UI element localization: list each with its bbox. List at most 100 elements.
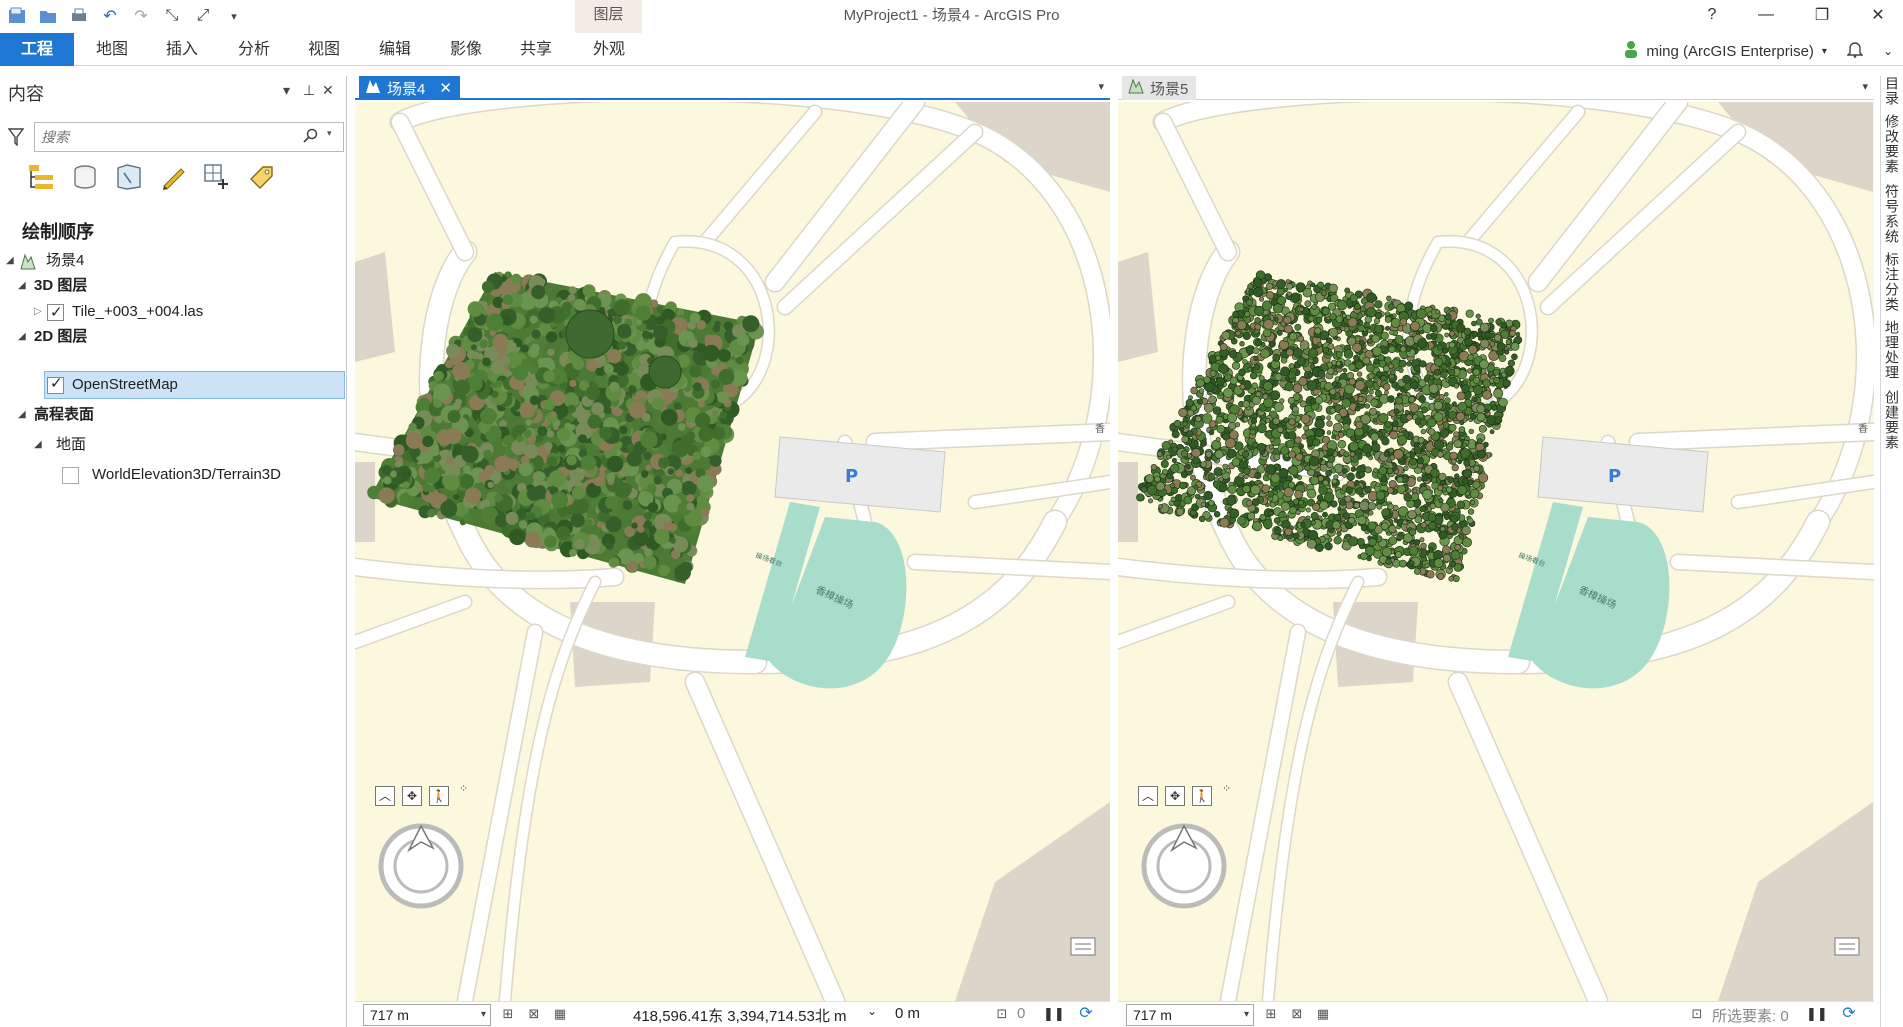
grid-icon[interactable]: ⊠: [525, 1006, 543, 1022]
table-icon[interactable]: ▦: [551, 1006, 569, 1022]
road: [908, 555, 1110, 579]
scale-selector[interactable]: 717 m ▾: [363, 1004, 491, 1026]
arcgis-pro-window: ↶ ↷ ⤡ ⤢ ▾ MyProject1 - 场景4 - ArcGIS Pro …: [0, 0, 1903, 1027]
pin-icon[interactable]: ⊥: [303, 82, 315, 99]
grid-icon[interactable]: ⊠: [1288, 1006, 1306, 1022]
group-2d-label: 2D 图层: [34, 328, 88, 345]
search-box[interactable]: ▾: [34, 122, 344, 152]
coordinate-units-dropdown[interactable]: ⌄: [867, 1004, 877, 1018]
dock-tab-catalog[interactable]: 目录: [1883, 76, 1902, 106]
dock-tab-create-features[interactable]: 创建要素: [1883, 390, 1902, 450]
dock-tab-geoprocessing[interactable]: 地理处理: [1883, 320, 1902, 380]
user-area[interactable]: ming (ArcGIS Enterprise) ▾ ⌄: [1624, 40, 1893, 62]
tilt-up-icon[interactable]: ︿: [375, 786, 395, 806]
search-icon[interactable]: [303, 128, 319, 148]
terrain-checkbox[interactable]: [62, 467, 79, 484]
terrain-name: WorldElevation3D/Terrain3D: [92, 466, 281, 483]
ribbon-collapse-icon[interactable]: ⌄: [1883, 44, 1893, 58]
scale-selector[interactable]: 717 m ▾: [1126, 1004, 1254, 1026]
list-by-drawing-order-icon[interactable]: [26, 162, 56, 192]
navigator-control[interactable]: ︿ ✥ 🚶 ⁘: [375, 783, 485, 909]
tab-edit[interactable]: 编辑: [367, 33, 423, 66]
filter-icon[interactable]: [7, 128, 25, 147]
dock-tab-modify-features[interactable]: 修改要素: [1883, 114, 1902, 174]
minimize-button[interactable]: —: [1744, 0, 1788, 30]
list-by-snapping-icon[interactable]: [202, 162, 232, 192]
basemap-layer-name: OpenStreetMap: [72, 376, 178, 393]
road: [1671, 555, 1874, 579]
road: [1630, 424, 1874, 450]
basemap-layer-checkbox[interactable]: [47, 371, 64, 397]
chevron-down-icon: ▾: [480, 1009, 486, 1020]
tree-group-2d-layers[interactable]: ◢ 2D 图层: [0, 322, 344, 352]
tree-item-terrain[interactable]: WorldElevation3D/Terrain3D: [0, 460, 344, 490]
search-input[interactable]: [41, 127, 291, 147]
collapse-triangle-icon[interactable]: ◢: [18, 322, 26, 352]
tab-insert[interactable]: 插入: [154, 33, 210, 66]
tab-scene-4-label: 场景4: [387, 80, 426, 98]
list-by-visibility-icon[interactable]: [114, 162, 144, 192]
help-button[interactable]: ?: [1690, 0, 1734, 30]
building: [1118, 462, 1138, 542]
walk-mode-icon[interactable]: 🚶: [1192, 786, 1212, 806]
tree-item-basemap-layer[interactable]: OpenStreetMap: [44, 371, 345, 399]
pan-mode-icon[interactable]: ✥: [402, 786, 422, 806]
tab-scene-4[interactable]: 场景4 ✕: [359, 76, 460, 100]
table-icon[interactable]: ▦: [1314, 1006, 1332, 1022]
elevation-label: 高程表面: [34, 406, 95, 423]
tab-share[interactable]: 共享: [508, 33, 564, 66]
tilt-up-icon[interactable]: ︿: [1138, 786, 1158, 806]
snapping-icon[interactable]: ⊞: [1262, 1006, 1280, 1022]
notification-bell-icon[interactable]: [1846, 40, 1864, 62]
tab-appearance[interactable]: 外观: [579, 33, 639, 66]
pause-drawing-icon[interactable]: ❚❚: [1806, 1006, 1828, 1022]
pan-mode-icon[interactable]: ✥: [1165, 786, 1185, 806]
dock-tab-symbology[interactable]: 符号系统: [1883, 184, 1902, 244]
pane-options-icon[interactable]: ▾: [283, 82, 290, 99]
chevron-down-icon: ▾: [1821, 45, 1827, 57]
restore-button[interactable]: ❐: [1800, 0, 1844, 30]
user-icon: [1624, 40, 1638, 62]
close-tab-icon[interactable]: ✕: [439, 79, 452, 97]
walk-mode-icon[interactable]: 🚶: [429, 786, 449, 806]
tab-view[interactable]: 视图: [296, 33, 352, 66]
close-pane-icon[interactable]: ✕: [322, 82, 334, 99]
map-legend-icon[interactable]: [1070, 934, 1096, 960]
collapse-triangle-icon[interactable]: ◢: [34, 430, 42, 460]
map-legend-icon[interactable]: [1834, 934, 1860, 960]
tab-list-icon[interactable]: ▾: [1098, 80, 1104, 93]
compass-ring-icon[interactable]: [375, 820, 467, 916]
selection-icon[interactable]: ⊡: [993, 1006, 1011, 1022]
collapse-triangle-icon[interactable]: ◢: [18, 400, 26, 430]
contents-pane: 内容 ▾ ⊥ ✕ ▾: [0, 76, 347, 1027]
tab-map[interactable]: 地图: [84, 33, 140, 66]
expand-navigator-icon[interactable]: ⁘: [1222, 782, 1231, 795]
refresh-icon[interactable]: ⟳: [1077, 1006, 1095, 1022]
tree-group-elevation[interactable]: ◢ 高程表面: [0, 400, 344, 430]
snapping-icon[interactable]: ⊞: [499, 1006, 517, 1022]
expand-navigator-icon[interactable]: ⁘: [459, 782, 468, 795]
tab-list-icon[interactable]: ▾: [1862, 80, 1868, 93]
selection-icon[interactable]: ⊡: [1688, 1006, 1706, 1022]
view-tab-strip: 场景5 ▾: [1118, 76, 1874, 100]
coordinate-readout: 418,596.41东 3,394,714.53北 m: [633, 1008, 847, 1025]
list-by-labeling-icon[interactable]: [246, 162, 276, 192]
selected-features-label: 所选要素: 0: [1712, 1008, 1789, 1025]
tab-imagery[interactable]: 影像: [438, 33, 494, 66]
list-by-editing-icon[interactable]: [158, 162, 188, 192]
tree-item-ground[interactable]: ◢ 地面: [0, 430, 344, 460]
close-button[interactable]: ✕: [1856, 0, 1900, 30]
compass-ring-icon[interactable]: [1138, 820, 1230, 916]
pause-drawing-icon[interactable]: ❚❚: [1043, 1006, 1065, 1022]
tab-scene-5[interactable]: 场景5: [1122, 76, 1197, 100]
search-options-icon[interactable]: ▾: [327, 128, 332, 139]
status-bar-scene-5: 717 m ▾ ⊞ ⊠ ▦ ⊡ 所选要素: 0 ❚❚ ⟳: [1118, 1001, 1874, 1027]
tab-analysis[interactable]: 分析: [226, 33, 282, 66]
tab-project[interactable]: 工程: [0, 33, 74, 66]
navigator-control[interactable]: ︿ ✥ 🚶 ⁘: [1138, 783, 1248, 909]
las-layer-checkbox[interactable]: [47, 298, 64, 328]
dock-tab-label-class[interactable]: 标注分类: [1883, 252, 1902, 312]
list-by-source-icon[interactable]: [70, 162, 100, 192]
scene-view-4: 场景4 ✕ ▾ P 香樟操场 操场看台香 ︿ ✥ 🚶 ⁘ 717 m ▾ ⊞ ⊠…: [355, 76, 1110, 1027]
refresh-icon[interactable]: ⟳: [1840, 1006, 1858, 1022]
